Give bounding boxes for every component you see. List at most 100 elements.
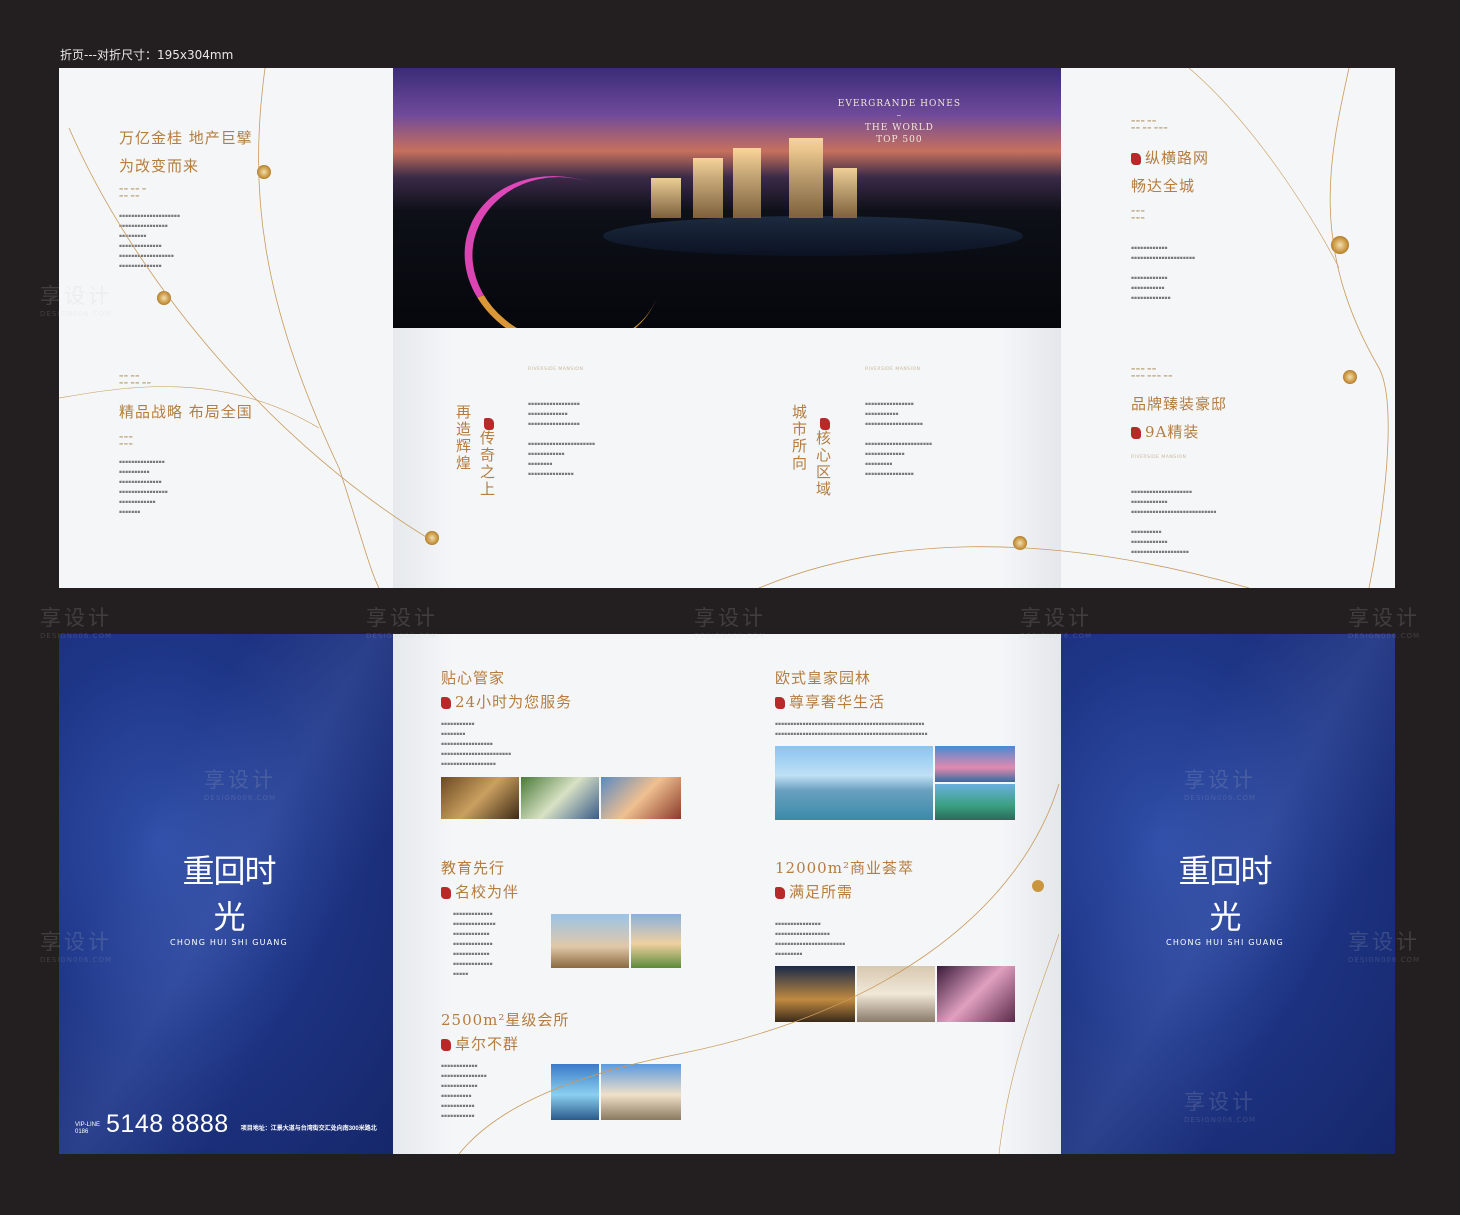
photo-school-building — [551, 914, 629, 968]
hero-line-1: EVERGRANDE HONES — [837, 99, 961, 109]
hero-english-title: EVERGRANDE HONES – THE WORLD TOP 500 — [838, 98, 961, 146]
en-label-riverside: RIVERSIDE MANSION — [528, 367, 584, 372]
heading-school: 名校为伴 — [441, 878, 519, 906]
red-seal-icon — [775, 697, 785, 709]
watermark-cn: 享设计 — [1020, 606, 1092, 630]
project-address: 项目地址：江景大道与台湾街交汇处向南300米路北 — [240, 1126, 377, 1132]
heading-9a: 9A精装 — [1131, 418, 1199, 446]
red-seal-icon — [441, 1039, 451, 1051]
en-subtitle-2: ▬▬▬ ▬▬ ▬▬▬ ▬▬▬ ▬▬ — [1131, 367, 1173, 379]
hotline-number: 5148 8888 — [106, 1110, 229, 1138]
heading-24h: 24小时为您服务 — [441, 688, 572, 716]
legend-paragraph: ▪▪▪▪▪▪▪▪▪▪▪▪▪▪▪▪▪ ▪▪▪▪▪▪▪▪▪▪▪▪▪ ▪▪▪▪▪▪▪▪▪▪… — [528, 402, 596, 477]
watermark-cn: 享设计 — [1348, 606, 1420, 630]
photo-clubhouse — [601, 1064, 681, 1120]
en-subtitle: ▬▬▬ ▬▬ ▬▬ ▬▬ ▬▬▬ — [1131, 119, 1169, 131]
gold-flower-ornament — [257, 165, 271, 179]
heading-roads-text: 纵横路网 — [1145, 149, 1210, 167]
heading-group-line2: 为改变而来 — [119, 157, 200, 175]
en-label-riverside: ▬▬▬ ▬▬▬ — [119, 435, 134, 447]
brochure-inside-spread: 万亿金桂 地产巨擘 为改变而来 ▬▬ ▬▬ ▬ ▬▬ ▬▬ ▪▪▪▪▪▪▪▪▪▪▪… — [59, 68, 1395, 588]
garden-paragraph: ▪▪▪▪▪▪▪▪▪▪▪▪▪▪▪▪▪▪▪▪▪▪▪▪▪▪▪▪▪▪▪▪▪▪▪▪▪▪▪▪… — [775, 722, 928, 737]
building — [733, 148, 761, 218]
logo-cn: 重回时光 — [182, 852, 276, 936]
vertical-heading-city: 城市所向 — [790, 404, 808, 472]
hotline-block: VIP-LINE 0186 5148 8888 项目地址：江景大道与台湾街交汇处… — [75, 1110, 377, 1138]
red-seal-icon — [820, 418, 830, 430]
en-subtitle: ▬▬ ▬▬ ▬ ▬▬ ▬▬ — [119, 187, 147, 199]
logo-en: CHONG HUI SHI GUANG — [170, 938, 288, 947]
en-label-riverside: RIVERSIDE MANSION — [865, 367, 921, 372]
photo-shoppers — [937, 966, 1015, 1022]
photo-european-garden — [775, 746, 933, 820]
photo-garden-lake — [935, 784, 1015, 820]
photo-staff — [521, 777, 599, 819]
heading-outstanding-text: 卓尔不群 — [455, 1035, 520, 1053]
logo-cn: 重回时光 — [1178, 852, 1272, 936]
clubhouse-paragraph: ▪▪▪▪▪▪▪▪▪▪▪▪ ▪▪▪▪▪▪▪▪▪▪▪▪▪▪▪ ▪▪▪▪▪▪▪▪▪▪▪▪ ▪… — [441, 1064, 487, 1119]
red-seal-icon — [441, 697, 451, 709]
vertical-heading-legend: 传奇之上 — [477, 418, 498, 498]
gold-flower-ornament — [1013, 536, 1027, 550]
commerce-paragraph: ▪▪▪▪▪▪▪▪▪▪▪▪▪▪▪ ▪▪▪▪▪▪▪▪▪▪▪▪▪▪▪▪▪▪ ▪▪▪▪▪▪▪… — [775, 922, 846, 957]
vip-line-prefix: 0186 — [75, 1129, 89, 1135]
panel-back-cover: 重回时光 CHONG HUI SHI GUANG VIP-LINE 0186 5… — [59, 634, 393, 1154]
heading-outstanding: 卓尔不群 — [441, 1030, 519, 1058]
photo-children — [601, 777, 681, 819]
panel-front-cover: 重回时光 CHONG HUI SHI GUANG — [1061, 634, 1395, 1154]
vertical-text: 传奇之上 — [478, 430, 496, 498]
heading-needs: 满足所需 — [775, 878, 853, 906]
hero-line-2: – — [896, 111, 903, 121]
vertical-text: 核心区域 — [814, 430, 832, 498]
panel-garden-commerce: 欧式皇家园林 尊享奢华生活 ▪▪▪▪▪▪▪▪▪▪▪▪▪▪▪▪▪▪▪▪▪▪▪▪▪▪… — [727, 634, 1061, 1154]
en-subtitle-2: ▬▬ ▬▬ ▬▬ ▬▬ ▬▬ — [119, 374, 152, 386]
butler-paragraph: ▪▪▪▪▪▪▪▪▪▪▪ ▪▪▪▪▪▪▪▪ ▪▪▪▪▪▪▪▪▪▪▪▪▪▪▪▪▪ ▪▪▪▪… — [441, 722, 512, 767]
hero-night-city-photo: EVERGRANDE HONES – THE WORLD TOP 500 — [393, 68, 1061, 328]
panel-transport-and-finish: ▬▬▬ ▬▬ ▬▬ ▬▬ ▬▬▬ 纵横路网 畅达全城 ▬▬▬ ▬▬▬ ▪▪▪▪▪▪▪… — [1061, 68, 1395, 588]
project-logo: 重回时光 CHONG HUI SHI GUANG — [169, 846, 289, 947]
red-seal-icon — [1131, 427, 1141, 439]
illuminated-riverside-road — [439, 148, 687, 328]
watermark-cn: 享设计 — [40, 606, 112, 630]
intro-paragraph: ▪▪▪▪▪▪▪▪▪▪▪▪▪▪▪▪▪▪▪▪ ▪▪▪▪▪▪▪▪▪▪▪▪▪▪▪▪ ▪▪▪▪… — [119, 214, 180, 269]
photo-students — [631, 914, 681, 968]
heading-luxury-text: 尊享奢华生活 — [789, 693, 886, 711]
vip-line-label: VIP-LINE 0186 — [75, 1122, 100, 1136]
gold-flower-ornament — [1343, 370, 1357, 384]
gold-flower-ornament — [425, 531, 439, 545]
heading-9a-text: 9A精装 — [1145, 423, 1200, 441]
photo-mall-night — [775, 966, 855, 1022]
heading-roads: 纵横路网 — [1131, 144, 1209, 172]
photo-pool — [551, 1064, 599, 1120]
red-seal-icon — [1131, 153, 1141, 165]
heading-needs-text: 满足所需 — [789, 883, 854, 901]
vip-line-tag: VIP-LINE — [75, 1122, 101, 1128]
brochure-outside-spread: 重回时光 CHONG HUI SHI GUANG VIP-LINE 0186 5… — [59, 634, 1395, 1154]
vertical-heading-core: 核心区域 — [813, 418, 834, 498]
river-reflection — [603, 216, 1023, 256]
logo-en: CHONG HUI SHI GUANG — [1166, 938, 1284, 947]
photo-garden-detail — [935, 746, 1015, 782]
project-logo: 重回时光 CHONG HUI SHI GUANG — [1165, 846, 1285, 947]
hero-line-4: TOP 500 — [876, 135, 923, 145]
building — [651, 178, 681, 218]
finish-paragraph: ▪▪▪▪▪▪▪▪▪▪▪▪▪▪▪▪▪▪▪▪ ▪▪▪▪▪▪▪▪▪▪▪▪ ▪▪▪▪▪▪▪▪… — [1131, 490, 1217, 555]
hero-line-3: THE WORLD — [864, 123, 934, 133]
vertical-heading-glory: 再造辉煌 — [454, 404, 472, 472]
strategy-paragraph: ▪▪▪▪▪▪▪▪▪▪▪▪▪▪▪ ▪▪▪▪▪▪▪▪▪▪ ▪▪▪▪▪▪▪▪▪▪▪▪▪▪ ▪… — [119, 460, 168, 515]
gold-flower-ornament — [157, 291, 171, 305]
core-paragraph: ▪▪▪▪▪▪▪▪▪▪▪▪▪▪▪▪ ▪▪▪▪▪▪▪▪▪▪▪ ▪▪▪▪▪▪▪▪▪▪▪▪▪… — [865, 402, 933, 477]
red-seal-icon — [441, 887, 451, 899]
watermark-cn: 享设计 — [366, 606, 438, 630]
en-label-riverside: ▬▬▬ ▬▬▬ — [1131, 209, 1146, 221]
red-seal-icon — [775, 887, 785, 899]
panel-group-intro: 万亿金桂 地产巨擘 为改变而来 ▬▬ ▬▬ ▬ ▬▬ ▬▬ ▪▪▪▪▪▪▪▪▪▪▪… — [59, 68, 393, 588]
en-label-riverside-2: RIVERSIDE MANSION — [1131, 455, 1187, 460]
watermark-cn: 享设计 — [694, 606, 766, 630]
red-seal-icon — [484, 418, 494, 430]
fold-size-caption: 折页---对折尺寸：195x304mm — [60, 48, 234, 62]
building — [693, 158, 723, 218]
education-paragraph: ▪▪▪▪▪▪▪▪▪▪▪▪▪ ▪▪▪▪▪▪▪▪▪▪▪▪▪▪ ▪▪▪▪▪▪▪▪▪▪▪▪ ▪… — [453, 912, 496, 977]
heading-brand-finish: 品牌臻装豪邸 — [1131, 395, 1228, 413]
photo-mall-interior — [857, 966, 935, 1022]
